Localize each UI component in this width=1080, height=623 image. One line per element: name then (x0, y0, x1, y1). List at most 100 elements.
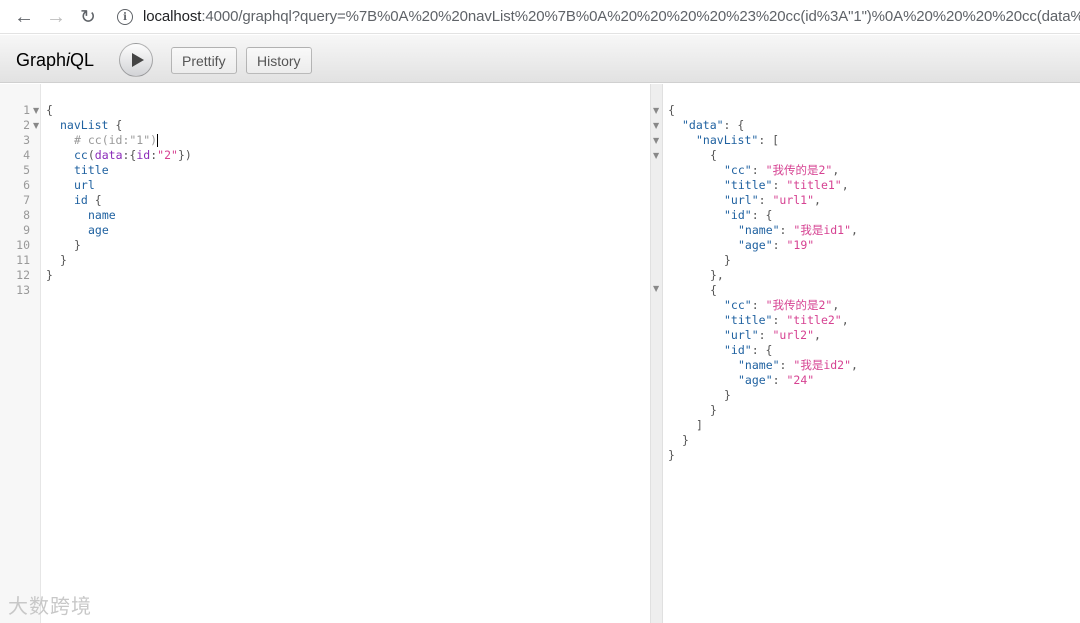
graphiql-toolbar: GraphiQL Prettify History (0, 35, 1080, 83)
line-number: 6 (23, 178, 30, 192)
fold-arrow-icon[interactable]: ▼ (653, 148, 659, 163)
watermark-logo: 大数跨境 (8, 594, 92, 618)
pane-divider[interactable] (650, 84, 663, 623)
result-line: } (682, 433, 689, 447)
fold-arrow-icon[interactable]: ▼ (33, 118, 39, 133)
logo-text-graph: Graph (16, 50, 67, 70)
query-field-name: name (88, 208, 116, 222)
result-line: "cc": "我传的是2", (724, 298, 840, 312)
text-cursor (157, 134, 159, 147)
result-line: ] (696, 418, 703, 432)
result-line: "url": "url2", (724, 328, 821, 342)
result-line: "cc": "我传的是2", (724, 163, 840, 177)
play-icon (131, 53, 144, 67)
fold-arrow-icon[interactable]: ▼ (653, 281, 659, 296)
result-line: "name": "我是id1", (738, 223, 858, 237)
logo-text-ql: QL (70, 50, 95, 70)
fold-arrow-icon[interactable]: ▼ (653, 103, 659, 118)
url-path: :4000/graphql?query=%7B%0A%20%20navList%… (201, 8, 1080, 25)
reload-icon[interactable]: ↻ (75, 4, 101, 30)
query-line-2: navList { (60, 118, 122, 133)
query-comment: # cc(id:"1") (74, 133, 158, 147)
url-field[interactable]: localhost:4000/graphql?query=%7B%0A%20%2… (143, 8, 1080, 25)
result-line: } (668, 448, 675, 462)
result-key-id: "id" (724, 208, 752, 222)
query-field-age: age (88, 223, 109, 237)
query-line-4: cc(data:{id:"2"}) (74, 148, 192, 163)
result-line: } (710, 403, 717, 417)
query-field-title: title (74, 163, 109, 177)
fold-arrow-icon[interactable]: ▼ (653, 133, 659, 148)
query-field-id: id (74, 193, 88, 207)
line-number: 1 (23, 103, 30, 117)
result-line: "name": "我是id2", (738, 358, 858, 372)
query-field-navlist: navList (60, 118, 109, 132)
result-key-name: "name" (738, 358, 780, 372)
query-field-url: url (74, 178, 95, 192)
query-paren: ( (87, 148, 95, 162)
line-number: 9 (23, 223, 30, 237)
query-arg-id: id (136, 148, 151, 162)
browser-address-bar: ← → ↻ i localhost:4000/graphql?query=%7B… (0, 0, 1080, 34)
fold-arrow-icon[interactable]: ▼ (33, 103, 39, 118)
query-line-7: id { (74, 193, 102, 208)
query-line-12: } (46, 268, 53, 282)
query-line-11: } (60, 253, 67, 267)
line-number: 11 (16, 253, 30, 267)
line-number: 2 (23, 118, 30, 132)
result-key-age: "age" (738, 373, 773, 387)
url-host: localhost (143, 8, 202, 25)
query-brace: { (87, 193, 102, 207)
result-value-title: "title1" (786, 178, 842, 192)
history-button[interactable]: History (246, 47, 312, 74)
result-key-data: "data" (682, 118, 724, 132)
line-number: 13 (16, 283, 30, 297)
result-line: "age": "24" (738, 373, 815, 387)
line-number: 4 (23, 148, 30, 162)
result-key-age: "age" (738, 238, 773, 252)
result-line: "title": "title1", (724, 178, 849, 192)
result-value-cc: "我传的是2" (765, 298, 833, 312)
line-number: 7 (23, 193, 30, 207)
result-key-navlist: "navList" (696, 133, 759, 147)
query-string: "2" (157, 148, 178, 162)
site-info-icon[interactable]: i (117, 9, 133, 25)
result-line: { (710, 148, 717, 162)
result-line: { (668, 103, 675, 117)
execute-query-button[interactable] (119, 43, 153, 77)
result-line: } (724, 388, 731, 402)
result-line: "url": "url1", (724, 193, 821, 207)
line-number: 10 (16, 238, 30, 252)
result-line: "id": { (724, 343, 773, 357)
result-line: "id": { (724, 208, 773, 222)
result-line: "title": "title2", (724, 313, 849, 327)
query-brace: { (108, 118, 123, 132)
fold-arrow-icon[interactable]: ▼ (653, 118, 659, 133)
line-number: 3 (23, 133, 30, 147)
result-key-title: "title" (724, 178, 773, 192)
query-line-10: } (74, 238, 81, 252)
query-editor[interactable]: 1 2 3 4 5 6 7 8 9 10 11 12 13 ▼ ▼ { navL… (0, 84, 650, 623)
result-line: { (710, 283, 717, 297)
line-number: 5 (23, 163, 30, 177)
result-key-title: "title" (724, 313, 773, 327)
result-value-name: "我是id2" (793, 358, 852, 372)
forward-arrow-icon[interactable]: → (43, 4, 69, 30)
result-value-title: "title2" (786, 313, 842, 327)
result-value-url: "url1" (772, 193, 815, 207)
line-number: 8 (23, 208, 30, 222)
result-value-age: "24" (786, 373, 815, 387)
query-line-1: { (46, 103, 53, 117)
query-arg-data: data (94, 148, 123, 162)
query-punct: :{ (122, 148, 137, 162)
result-value-url: "url2" (772, 328, 815, 342)
result-value-name: "我是id1" (793, 223, 852, 237)
back-arrow-icon[interactable]: ← (11, 4, 37, 30)
result-key-id: "id" (724, 343, 752, 357)
result-key-cc: "cc" (724, 298, 752, 312)
result-line: }, (710, 268, 724, 282)
result-value-age: "19" (786, 238, 815, 252)
result-line: } (724, 253, 731, 267)
query-field-cc: cc (74, 148, 88, 162)
prettify-button[interactable]: Prettify (171, 47, 237, 74)
